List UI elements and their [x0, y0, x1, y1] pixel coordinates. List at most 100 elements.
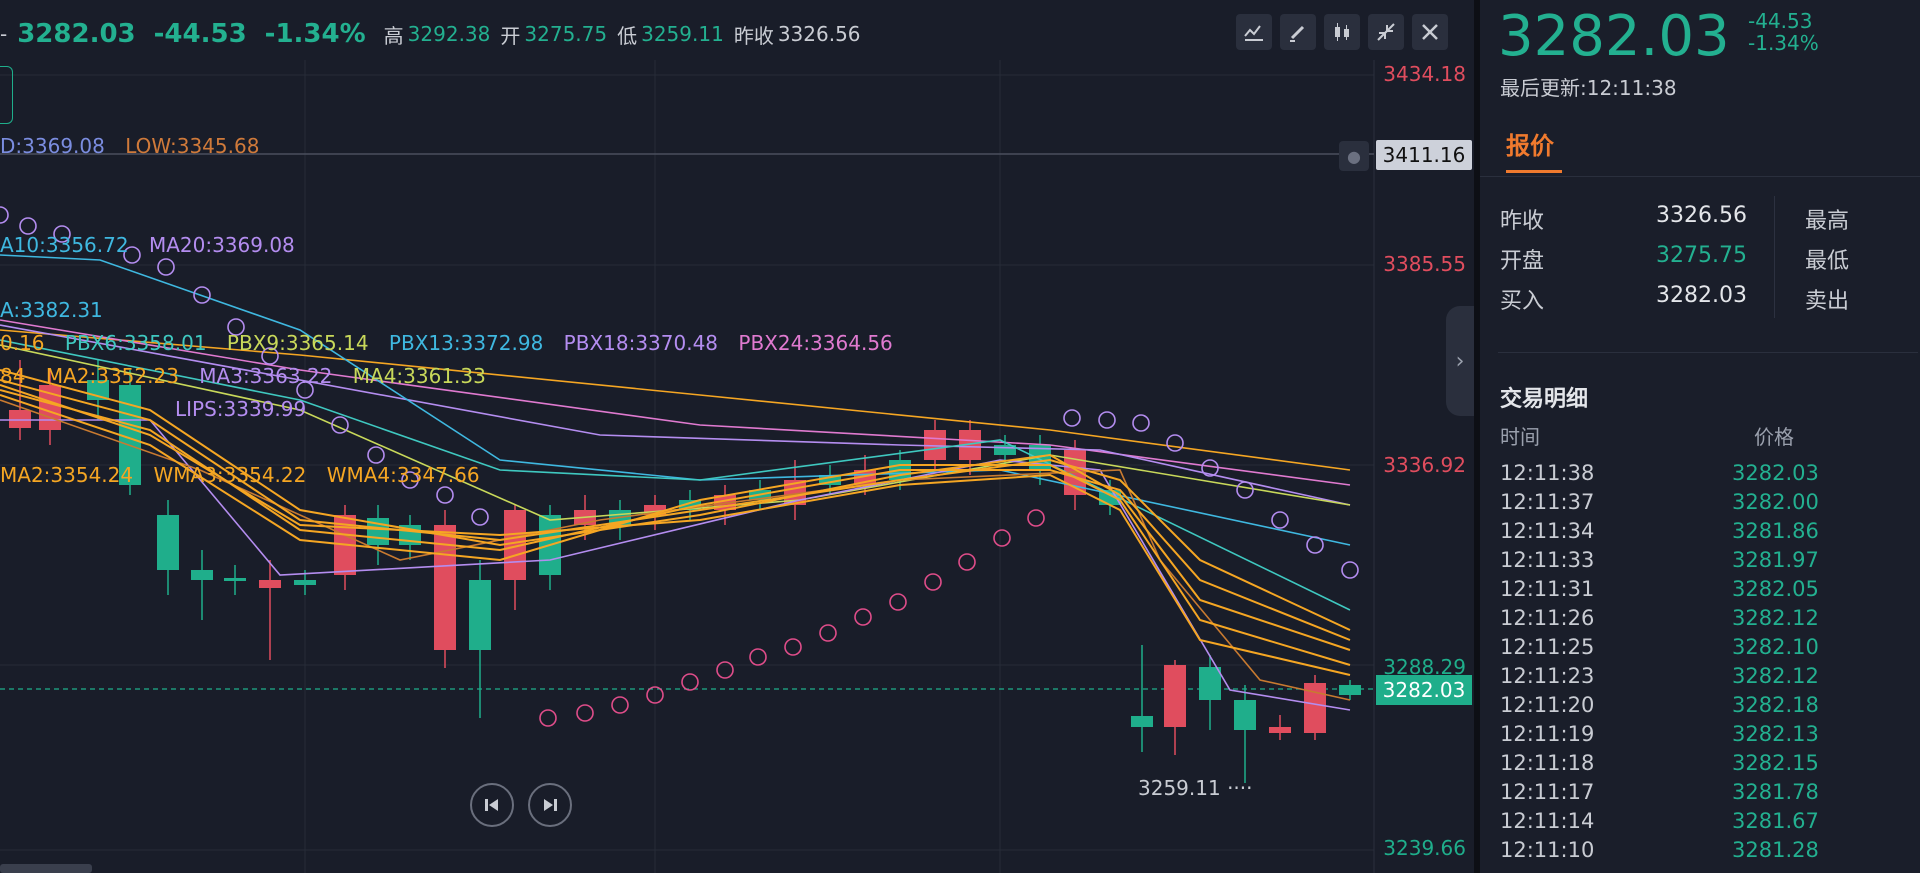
legend-ma2-value: MA2:3352.23: [45, 364, 179, 388]
trade-time: 12:11:17: [1500, 780, 1595, 804]
sar-dot: [19, 217, 37, 235]
trade-price: 3282.10: [1732, 635, 1819, 659]
legend-wma2: MA2:3354.24: [0, 463, 134, 487]
price-change: -44.53: [153, 19, 247, 49]
quote-label-prev: 昨收: [1500, 209, 1545, 234]
scrollbar-thumb[interactable]: [0, 864, 92, 873]
collapse-icon[interactable]: [1368, 14, 1404, 50]
axis-tag-alert[interactable]: 3411.16: [1376, 140, 1472, 170]
trade-time: 12:11:19: [1500, 722, 1595, 746]
dash-glyph: -: [0, 22, 8, 46]
legend-lips: LIPS:3339.99: [175, 397, 320, 421]
legend-ema-value: A:3382.31: [0, 298, 103, 322]
trade-time: 12:11:14: [1500, 809, 1595, 833]
trade-row: 12:11:38 3282.03: [1500, 461, 1900, 485]
axis-label-3: 3336.92: [1383, 453, 1466, 477]
trade-row: 12:11:31 3282.05: [1500, 577, 1900, 601]
candle-body: [1234, 700, 1256, 730]
legend-pbx: 0.16 PBX6:3358.01 PBX9:3365.14 PBX13:337…: [0, 331, 907, 355]
trade-time: 12:11:23: [1500, 664, 1595, 688]
candle-body: [1339, 685, 1361, 695]
quote-label-high: 最高: [1805, 209, 1850, 234]
trade-row: 12:11:34 3281.86: [1500, 519, 1900, 543]
trade-row: 12:11:14 3281.67: [1500, 809, 1900, 833]
high-value: 3292.38: [407, 22, 491, 46]
last-price: 3282.03: [17, 19, 136, 49]
quote-label-low: 最低: [1805, 249, 1850, 274]
trades-section-title: 交易明细: [1500, 387, 1589, 412]
trade-row: 12:11:17 3281.78: [1500, 780, 1900, 804]
tab-quote[interactable]: 报价: [1506, 126, 1554, 161]
sar-dot: [0, 206, 9, 224]
legend-pbx18: PBX18:3370.48: [563, 331, 719, 355]
prev-period-button[interactable]: [470, 783, 514, 827]
candle-body: [1131, 716, 1153, 727]
trade-time: 12:11:20: [1500, 693, 1595, 717]
sar-dot: [576, 704, 594, 722]
legend-wma: MA2:3354.24 WMA3:3354.22 WMA4:3347.66: [0, 463, 494, 487]
sar-dot: [471, 508, 489, 526]
indicator-icon[interactable]: [1236, 14, 1272, 50]
axis-label-5: 3239.66: [1383, 836, 1466, 860]
legend-d: D:3369.08: [0, 134, 105, 158]
sar-dot: [716, 661, 734, 679]
close-icon[interactable]: [1412, 14, 1448, 50]
trade-price: 3282.13: [1732, 722, 1819, 746]
legend-ma2-first: 84: [0, 364, 26, 388]
quote-divider: [1774, 196, 1775, 318]
candle-body: [294, 580, 316, 585]
trades-col-price: 价格: [1754, 425, 1794, 449]
candle-body: [1269, 727, 1291, 733]
prev-close-value: 3326.56: [777, 22, 861, 46]
bell-icon[interactable]: ●: [1339, 141, 1369, 171]
legend-ma4-value: MA4:3361.33: [352, 364, 486, 388]
trade-time: 12:11:31: [1500, 577, 1595, 601]
candle-icon[interactable]: [1324, 14, 1360, 50]
axis-label-1: 3434.18: [1383, 62, 1466, 86]
next-period-button[interactable]: [528, 783, 572, 827]
trade-price: 3281.97: [1732, 548, 1819, 572]
axis-current-price: 3282.03: [1376, 675, 1472, 705]
trade-price: 3282.12: [1732, 664, 1819, 688]
draw-icon[interactable]: [1280, 14, 1316, 50]
expand-panel-button[interactable]: ›: [1446, 306, 1474, 416]
sar-dot: [681, 673, 699, 691]
open-value: 3275.75: [524, 22, 608, 46]
side-tab[interactable]: [0, 66, 13, 124]
price-header: - 3282.03 -44.53 -1.34% 高 3292.38 开 3275…: [0, 14, 871, 54]
trade-time: 12:11:37: [1500, 490, 1595, 514]
chart-area[interactable]: - 3282.03 -44.53 -1.34% 高 3292.38 开 3275…: [0, 0, 1474, 873]
sar-dot: [889, 593, 907, 611]
trade-price: 3281.28: [1732, 838, 1819, 862]
high-label: 高: [383, 23, 404, 48]
section-separator: [1498, 352, 1918, 353]
legend-ma: A10:3356.72 MA20:3369.08: [0, 233, 309, 257]
sar-dot: [993, 529, 1011, 547]
sar-dot: [367, 446, 385, 464]
candlestick-chart[interactable]: [0, 0, 1474, 873]
legend-ma2: 84 MA2:3352.23 MA3:3363.22 MA4:3361.33: [0, 364, 500, 388]
trade-row: 12:11:26 3282.12: [1500, 606, 1900, 630]
trade-row: 12:11:25 3282.10: [1500, 635, 1900, 659]
trade-price: 3282.12: [1732, 606, 1819, 630]
sar-dot: [749, 648, 767, 666]
legend-lips-value: LIPS:3339.99: [175, 397, 307, 421]
trade-price: 3282.03: [1732, 461, 1819, 485]
trade-time: 12:11:18: [1500, 751, 1595, 775]
sar-dot: [1236, 481, 1254, 499]
legend-pbx24: PBX24:3364.56: [738, 331, 893, 355]
min-price-label: 3259.11 ····: [1138, 776, 1253, 800]
trade-row: 12:11:37 3282.00: [1500, 490, 1900, 514]
trade-time: 12:11:34: [1500, 519, 1595, 543]
panel-price: 3282.03: [1498, 4, 1730, 69]
candle-body: [157, 515, 179, 570]
candle-body: [259, 580, 281, 588]
sar-dot: [1271, 511, 1289, 529]
low-label: 低: [617, 23, 638, 48]
sar-dot: [1166, 434, 1184, 452]
quote-panel: 3282.03 -44.53 -1.34% 最后更新:12:11:38 报价 昨…: [1480, 0, 1920, 873]
trade-time: 12:11:26: [1500, 606, 1595, 630]
sar-dot: [924, 573, 942, 591]
sar-dot: [539, 709, 557, 727]
low-value: 3259.11: [641, 22, 724, 46]
